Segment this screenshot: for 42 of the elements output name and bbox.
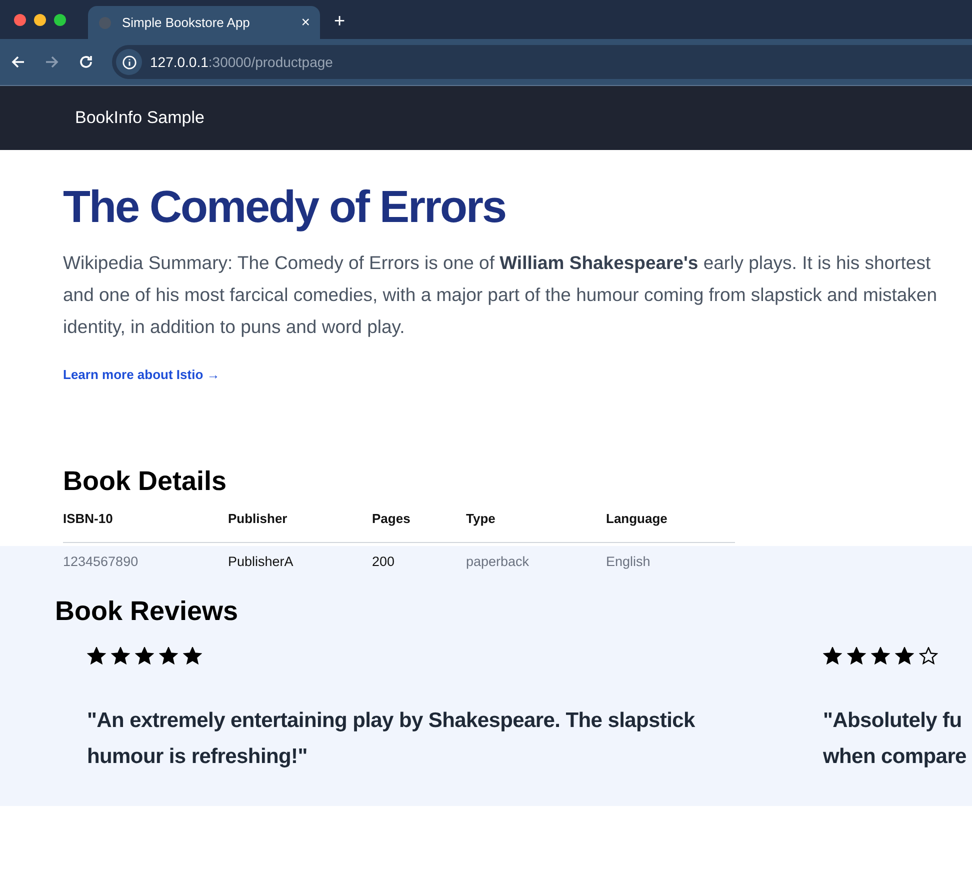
star-icon (823, 647, 842, 665)
column-header: Pages (372, 510, 466, 542)
info-icon[interactable] (122, 54, 136, 70)
star-icon (871, 647, 890, 665)
url-path: :30000/productpage (208, 54, 333, 70)
close-window-icon[interactable] (14, 14, 26, 26)
star-icon (183, 647, 202, 665)
forward-icon[interactable] (44, 54, 60, 70)
table-cell-text: 200 (372, 552, 396, 568)
review-text: "An extremely entertaining play by Shakespeare. The slapstick humour is refreshing!" (87, 708, 696, 770)
minimize-window-icon[interactable] (34, 14, 46, 26)
table-cell-text: paperback (466, 552, 530, 568)
review-text: "Absolutely fu when compare (823, 708, 968, 770)
table-cell-text: English (606, 552, 652, 568)
column-header: ISBN-10 (63, 510, 228, 542)
address-bar[interactable]: 127.0.0.1:30000/productpage (112, 45, 972, 79)
book-title: The Comedy of Errors (63, 180, 507, 234)
column-header: Language (606, 510, 735, 542)
star-icon (135, 647, 154, 665)
star-icon (895, 647, 914, 665)
star-icon (111, 647, 130, 665)
maximize-window-icon[interactable] (54, 14, 66, 26)
tab-title: Simple Bookstore App (122, 15, 251, 30)
column-header: Publisher (228, 510, 372, 542)
star-icon (159, 647, 178, 665)
star-icon (847, 647, 866, 665)
empty-star-icon (919, 647, 938, 665)
back-icon[interactable] (10, 54, 26, 70)
table-cell-text: 1234567890 (63, 552, 140, 568)
close-tab-button[interactable]: × (301, 14, 310, 31)
table-cell-text: PublisherA (228, 552, 294, 568)
reload-icon[interactable] (78, 54, 94, 70)
section-heading: Book Reviews (55, 596, 240, 627)
section-heading: Book Details (63, 466, 228, 496)
url-host: 127.0.0.1 (150, 54, 208, 70)
learn-more-link[interactable]: Learn more about Istio → (63, 366, 220, 382)
book-summary: Wikipedia Summary: The Comedy of Errors is one of William Shakespeare's early plays. It is his shortest and one of his most farcical comedies, with a major part of the humour coming from slapstick and mistaken identity, in addition to puns and word play. (63, 250, 938, 339)
column-header: Type (466, 510, 606, 542)
browser-tab[interactable]: Simple Bookstore App × (88, 6, 320, 39)
star-icon (87, 647, 106, 665)
brand-title[interactable]: BookInfo Sample (75, 108, 204, 128)
new-tab-button[interactable]: + (334, 11, 346, 33)
